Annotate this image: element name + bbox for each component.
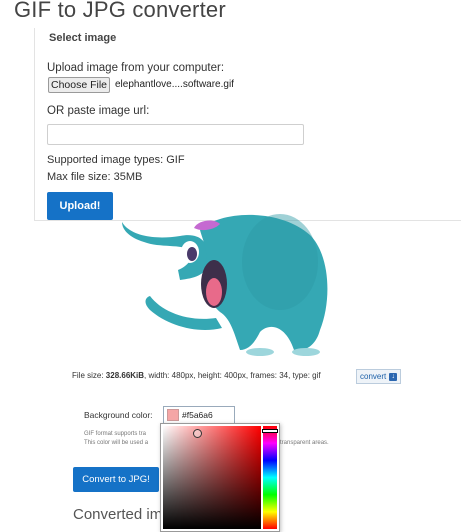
choose-file-button[interactable]: Choose File (48, 77, 110, 93)
url-label: OR paste image url: (47, 105, 150, 117)
max-file-size: Max file size: 35MB (47, 171, 143, 183)
upload-button[interactable]: Upload! (47, 192, 113, 220)
selected-file-name: elephantlove....software.gif (115, 79, 234, 90)
color-picker-popup[interactable] (160, 423, 280, 532)
hue-handle[interactable] (262, 429, 278, 433)
section-label: Select image (49, 32, 117, 44)
file-details: , width: 480px, height: 400px, frames: 3… (144, 371, 321, 380)
color-note: This color will be used a (84, 440, 149, 446)
image-url-input[interactable] (47, 124, 304, 145)
hue-slider[interactable] (262, 426, 278, 529)
convert-link[interactable]: convert ↓ (356, 369, 402, 384)
file-info: File size: 328.66KiB, width: 480px, heig… (72, 371, 321, 380)
convert-to-jpg-button[interactable]: Convert to JPG! (73, 467, 159, 492)
convert-link-label: convert (360, 372, 387, 381)
page-title: GIF to JPG converter (14, 0, 226, 22)
download-icon: ↓ (389, 372, 398, 381)
transparent-note: transparent areas. (280, 440, 329, 446)
upload-panel: Select image Upload image from your comp… (34, 28, 461, 221)
file-size-label: File size: (72, 371, 104, 380)
gif-note: GIF format supports tra (84, 431, 147, 437)
background-color-label: Background color: (84, 410, 153, 420)
picker-handle[interactable] (193, 429, 202, 438)
elephant-preview-image (122, 214, 328, 356)
converted-heading: Converted im (73, 506, 163, 523)
upload-label: Upload image from your computer: (47, 62, 225, 74)
saturation-value-area[interactable] (163, 426, 261, 529)
file-size-value: 328.66KiB (105, 371, 145, 380)
background-color-input[interactable]: #f5a6a6 (163, 406, 235, 424)
supported-types: Supported image types: GIF (47, 154, 185, 166)
color-value: #f5a6a6 (182, 410, 213, 420)
color-swatch (167, 409, 179, 421)
